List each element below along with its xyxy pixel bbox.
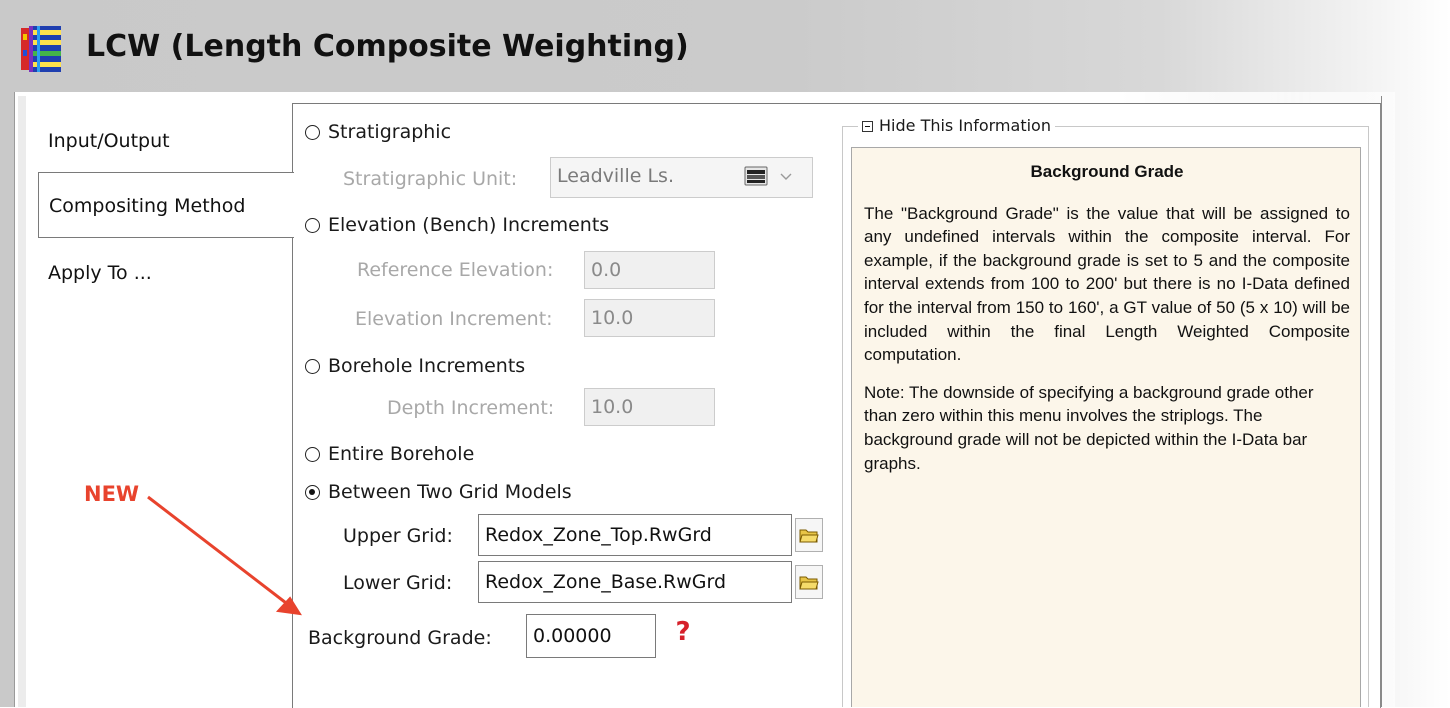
radio-grid-models-label: Between Two Grid Models	[328, 481, 572, 503]
radio-borehole-increments[interactable]: Borehole Increments	[305, 351, 525, 381]
radio-entire-label: Entire Borehole	[328, 443, 475, 465]
svg-text:?: ?	[675, 618, 690, 644]
app-icon	[21, 26, 61, 72]
title-bar: LCW (Length Composite Weighting)	[0, 0, 1450, 92]
tab-input-output[interactable]: Input/Output	[38, 108, 292, 174]
radio-stratigraphic-label: Stratigraphic	[328, 121, 452, 143]
radio-elevation-increments[interactable]: Elevation (Bench) Increments	[305, 210, 609, 240]
info-heading: Background Grade	[1030, 162, 1184, 181]
new-annotation-label: NEW	[84, 482, 140, 506]
info-panel: Background Grade The "Background Grade" …	[851, 147, 1361, 707]
hide-information-label: Hide This Information	[879, 116, 1051, 135]
window-title: LCW (Length Composite Weighting)	[86, 29, 689, 64]
stratigraphic-unit-label: Stratigraphic Unit:	[343, 168, 518, 190]
elevation-increment-input[interactable]: 10.0	[584, 299, 715, 337]
left-border-strip	[18, 96, 26, 707]
radio-entire-borehole[interactable]: Entire Borehole	[305, 439, 474, 469]
upper-grid-browse-button[interactable]	[795, 518, 823, 552]
lower-grid-input[interactable]: Redox_Zone_Base.RwGrd	[478, 561, 792, 603]
upper-grid-label: Upper Grid:	[343, 525, 453, 547]
panel-right-edge	[1381, 96, 1382, 707]
radio-indicator	[305, 124, 320, 140]
unit-picker-button[interactable]	[743, 163, 793, 189]
background-grade-help-button[interactable]: ?	[671, 617, 695, 645]
radio-elevation-label: Elevation (Bench) Increments	[328, 214, 610, 236]
radio-borehole-label: Borehole Increments	[328, 355, 526, 377]
background-grade-input[interactable]: 0.00000	[526, 614, 656, 658]
radio-indicator-checked	[305, 484, 320, 500]
reference-elevation-label: Reference Elevation:	[357, 259, 554, 281]
elevation-increment-label: Elevation Increment:	[355, 308, 553, 330]
layers-icon	[744, 166, 768, 186]
radio-between-grid-models[interactable]: Between Two Grid Models	[305, 477, 572, 507]
tab-apply-to[interactable]: Apply To ...	[38, 240, 292, 306]
question-mark-icon: ?	[675, 618, 690, 644]
collapse-icon	[862, 120, 873, 132]
radio-indicator	[305, 358, 320, 374]
depth-increment-input[interactable]: 10.0	[584, 388, 715, 426]
radio-indicator	[305, 217, 320, 233]
reference-elevation-input[interactable]: 0.0	[584, 251, 715, 289]
lower-grid-label: Lower Grid:	[343, 572, 453, 594]
info-paragraph-2: Note: The downside of specifying a backg…	[864, 382, 1314, 473]
info-paragraph-1: The "Background Grade" is the value that…	[864, 203, 1350, 365]
stratigraphic-unit-combo[interactable]: Leadville Ls.	[550, 157, 813, 198]
depth-increment-label: Depth Increment:	[387, 397, 555, 419]
background-grade-label: Background Grade:	[308, 627, 492, 649]
radio-stratigraphic[interactable]: Stratigraphic	[305, 117, 451, 147]
upper-grid-input[interactable]: Redox_Zone_Top.RwGrd	[478, 514, 792, 556]
folder-open-icon	[799, 576, 819, 590]
hide-information-toggle[interactable]: Hide This Information	[858, 115, 1055, 137]
tab-compositing-method[interactable]: Compositing Method	[38, 172, 294, 238]
lower-grid-browse-button[interactable]	[795, 565, 823, 599]
radio-indicator	[305, 446, 320, 462]
stratigraphic-unit-value: Leadville Ls.	[557, 165, 674, 187]
folder-open-icon	[799, 529, 819, 543]
chevron-down-icon	[780, 173, 792, 180]
